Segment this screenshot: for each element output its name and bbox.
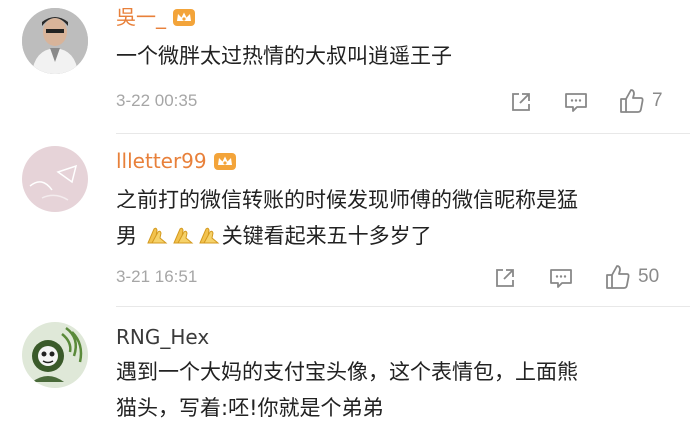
praying-hands-emoji bbox=[198, 227, 220, 244]
reply-button[interactable] bbox=[561, 88, 591, 116]
comment-item: llletter99 之前打的微信转账的时候发现师傅的微信昵称是猛 男 关键看起… bbox=[0, 134, 690, 307]
like-count: 50 bbox=[638, 266, 660, 287]
comment-text-line: 男 关键看起来五十多岁了 bbox=[116, 218, 670, 254]
praying-hands-emoji bbox=[172, 227, 194, 244]
avatar[interactable] bbox=[22, 146, 88, 212]
comment-meta: 3-22 00:35 7 bbox=[116, 86, 690, 116]
panda-meme-avatar-icon bbox=[22, 322, 88, 388]
like-button[interactable]: 7 bbox=[618, 86, 663, 116]
avatar[interactable] bbox=[22, 8, 88, 74]
share-icon bbox=[496, 269, 514, 287]
username-row: 吳一_ bbox=[116, 2, 196, 32]
reply-button[interactable] bbox=[546, 264, 576, 292]
divider bbox=[116, 306, 690, 307]
avatar[interactable] bbox=[22, 322, 88, 388]
share-icon bbox=[512, 93, 530, 111]
username[interactable]: RNG_Hex bbox=[116, 322, 209, 352]
like-count: 7 bbox=[652, 90, 663, 111]
comment-item: RNG_Hex 遇到一个大妈的支付宝头像，这个表情包，上面熊 猫头，写着:呸!你… bbox=[0, 308, 690, 444]
comment-text: 之前打的微信转账的时候发现师傅的微信昵称是猛 男 关键看起来五十多岁了 bbox=[116, 182, 670, 254]
comment-meta: 3-21 16:51 50 bbox=[116, 262, 690, 292]
person-photo-icon bbox=[22, 8, 88, 74]
thumbs-up-icon bbox=[606, 265, 630, 289]
share-button[interactable] bbox=[506, 88, 536, 116]
pink-pastel-avatar-icon bbox=[22, 146, 88, 212]
vip-crown-badge-icon[interactable] bbox=[172, 7, 196, 27]
comment-text-fragment: 男 bbox=[116, 224, 137, 248]
like-button[interactable]: 50 bbox=[604, 262, 659, 292]
username-row: RNG_Hex bbox=[116, 322, 209, 352]
comment-text-line: 遇到一个大妈的支付宝头像，这个表情包，上面熊 bbox=[116, 360, 578, 384]
timestamp: 3-22 00:35 bbox=[116, 91, 198, 110]
comment-text-fragment: 关键看起来五十多岁了 bbox=[221, 224, 432, 248]
comment-text-line: 一个微胖太过热情的大叔叫逍遥王子 bbox=[116, 44, 452, 68]
comment-text-line: 之前打的微信转账的时候发现师傅的微信昵称是猛 bbox=[116, 188, 578, 212]
share-button[interactable] bbox=[490, 264, 520, 292]
timestamp: 3-21 16:51 bbox=[116, 267, 198, 286]
comment-icon bbox=[565, 93, 587, 112]
comment-text-line: 猫头，写着:呸!你就是个弟弟 bbox=[116, 396, 384, 420]
thumbs-up-icon bbox=[620, 89, 644, 113]
comment-text: 一个微胖太过热情的大叔叫逍遥王子 bbox=[116, 38, 670, 74]
username[interactable]: 吳一_ bbox=[116, 2, 166, 32]
vip-crown-badge-icon[interactable] bbox=[213, 151, 237, 171]
username-row: llletter99 bbox=[116, 146, 237, 176]
username[interactable]: llletter99 bbox=[116, 146, 207, 176]
comment-text: 遇到一个大妈的支付宝头像，这个表情包，上面熊 猫头，写着:呸!你就是个弟弟 bbox=[116, 354, 670, 426]
praying-hands-emoji bbox=[146, 227, 168, 244]
comment-item: 吳一_ 一个微胖太过热情的大叔叫逍遥王子 3-22 00:35 7 bbox=[0, 0, 690, 150]
comment-icon bbox=[550, 269, 572, 288]
